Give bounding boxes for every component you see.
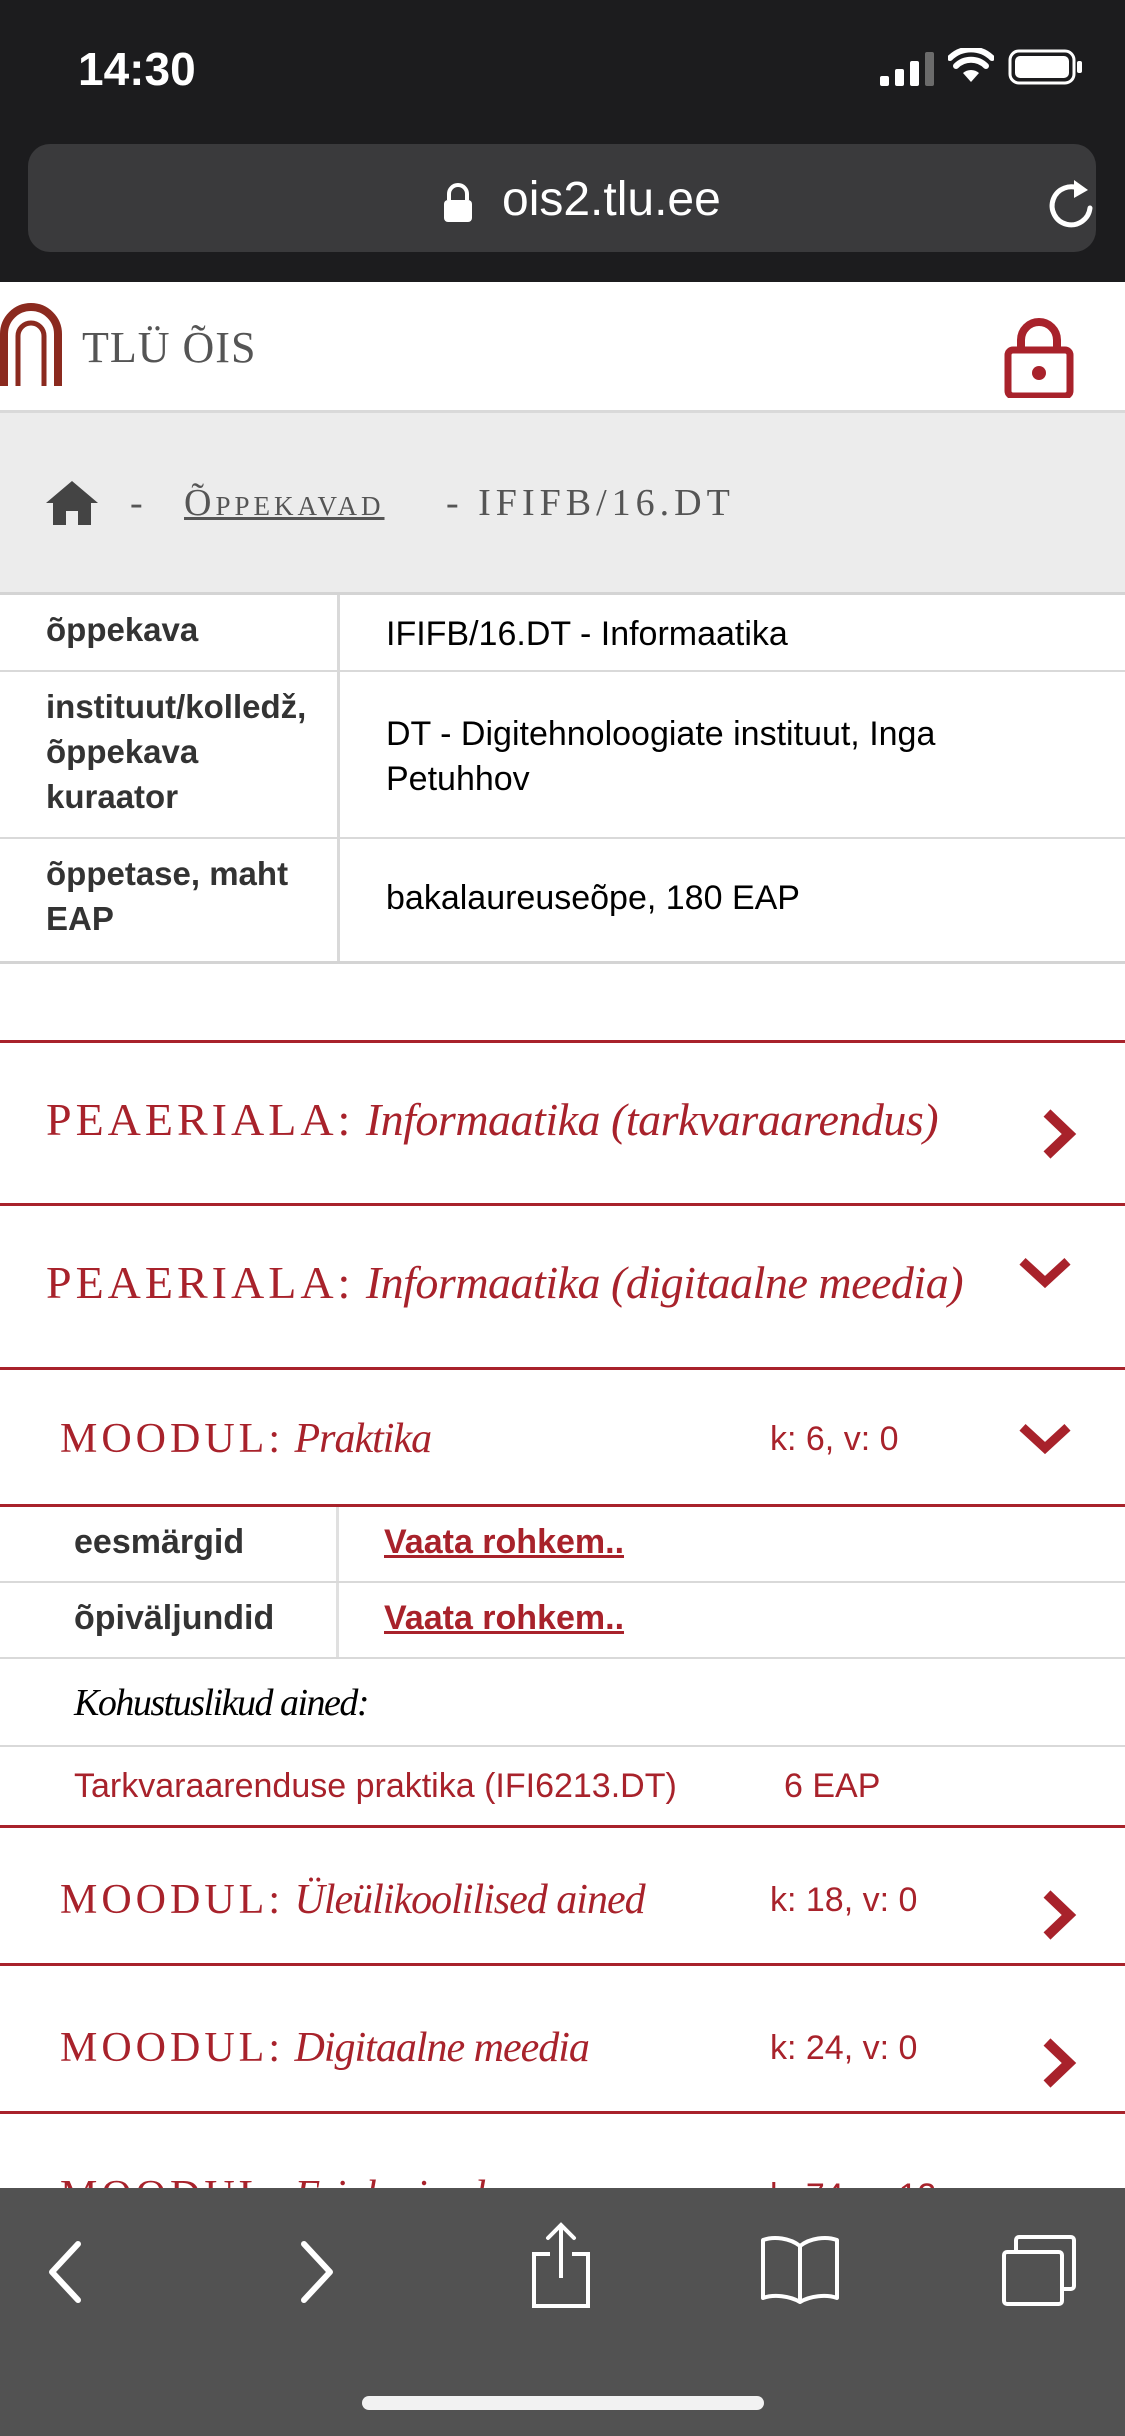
breadcrumb-link-oppekavad[interactable]: Õppekavad (184, 481, 385, 525)
breadcrumb: - Õppekavad - IFIFB/16.DT (0, 413, 1125, 595)
info-row: instituut/kolledž, õppekava kuraator DT … (0, 672, 1125, 839)
forward-icon[interactable] (296, 2240, 336, 2304)
module-detail-row: eesmärgid Vaata rohkem.. (0, 1507, 1125, 1583)
tabs-icon[interactable] (1000, 2234, 1078, 2308)
login-lock-icon[interactable] (1004, 318, 1074, 398)
share-icon[interactable] (528, 2222, 594, 2310)
chevron-down-icon[interactable] (1018, 1246, 1072, 1300)
module-title: MOODUL: Digitaalne meedia (60, 2025, 590, 2071)
required-courses-heading: Kohustuslikud ained: (74, 1682, 370, 1724)
info-value: DT - Digitehnoloogiate instituut, Inga P… (386, 715, 936, 798)
secure-lock-icon (444, 183, 472, 222)
peaeriala-title: PEAERIALA: Informaatika (tarkvaraarendus… (46, 1094, 939, 1145)
info-label: instituut/kolledž, õppekava kuraator (0, 672, 340, 837)
module-credits: k: 18, v: 0 (770, 1881, 918, 1919)
module-title: MOODUL: Praktika (60, 1416, 432, 1462)
chevron-right-icon[interactable] (1032, 2036, 1086, 2090)
home-icon[interactable] (44, 479, 100, 527)
required-courses-heading-row: Kohustuslikud ained: (0, 1659, 1125, 1747)
module-header[interactable]: MOODUL: Digitaalne meedia k: 24, v: 0 (0, 1963, 1125, 2111)
status-bar: 14:30 (0, 0, 1125, 135)
divider (336, 1507, 339, 1581)
info-value: bakalaureuseõpe, 180 EAP (386, 879, 800, 917)
tlu-logo-icon[interactable] (0, 294, 62, 386)
divider (336, 1583, 339, 1657)
module-credits: k: 6, v: 0 (770, 1420, 899, 1458)
module-title: MOODUL: Üleülikoolilised ained (60, 1877, 646, 1923)
wifi-icon (948, 48, 994, 82)
module-credits: k: 24, v: 0 (770, 2029, 918, 2067)
cellular-signal-icon (880, 52, 934, 86)
battery-icon (1008, 49, 1082, 85)
peaeriala-header[interactable]: PEAERIALA: Informaatika (tarkvaraarendus… (0, 1040, 1125, 1203)
view-more-link[interactable]: Vaata rohkem.. (384, 1523, 624, 1562)
info-value: IFIFB/16.DT - Informaatika (386, 615, 788, 653)
logo-text[interactable]: TLÜ ÕIS (82, 322, 256, 373)
course-name[interactable]: Tarkvaraarenduse praktika (IFI6213.DT) (74, 1767, 677, 1806)
status-time: 14:30 (78, 43, 196, 95)
course-eap: 6 EAP (784, 1767, 881, 1805)
peaeriala-header[interactable]: PEAERIALA: Informaatika (digitaalne meed… (0, 1203, 1125, 1367)
module-header[interactable]: MOODUL: Praktika k: 6, v: 0 (0, 1367, 1125, 1504)
info-row: õppetase, maht EAP bakalaureuseõpe, 180 … (0, 839, 1125, 961)
site-header: TLÜ ÕIS (0, 282, 1125, 413)
peaeriala-title: PEAERIALA: Informaatika (digitaalne meed… (46, 1257, 964, 1308)
chevron-down-icon[interactable] (1018, 1412, 1072, 1466)
info-row: õppekava IFIFB/16.DT - Informaatika (0, 595, 1125, 672)
home-indicator[interactable] (362, 2396, 764, 2410)
breadcrumb-current: - IFIFB/16.DT (446, 482, 735, 524)
view-more-link[interactable]: Vaata rohkem.. (384, 1599, 624, 1638)
chevron-right-icon[interactable] (1032, 1107, 1086, 1161)
breadcrumb-separator: - (130, 482, 143, 524)
curriculum-info-table: õppekava IFIFB/16.DT - Informaatika inst… (0, 595, 1125, 964)
back-icon[interactable] (46, 2240, 86, 2304)
info-label: õppetase, maht EAP (0, 839, 340, 961)
chevron-right-icon[interactable] (1032, 1888, 1086, 1942)
detail-label: õpiväljundid (74, 1599, 275, 1637)
browser-address-area: ois2.tlu.ee (0, 135, 1125, 282)
reload-icon[interactable] (1046, 178, 1098, 232)
info-label: õppekava (0, 595, 340, 670)
address-bar[interactable]: ois2.tlu.ee (28, 144, 1096, 252)
module-header[interactable]: MOODUL: Üleülikoolilised ained k: 18, v:… (0, 1825, 1125, 1963)
course-row[interactable]: Tarkvaraarenduse praktika (IFI6213.DT) 6… (0, 1747, 1125, 1825)
module-detail-row: õpiväljundid Vaata rohkem.. (0, 1583, 1125, 1659)
detail-label: eesmärgid (74, 1523, 245, 1561)
bookmarks-icon[interactable] (760, 2232, 840, 2304)
url-text: ois2.tlu.ee (502, 173, 721, 226)
